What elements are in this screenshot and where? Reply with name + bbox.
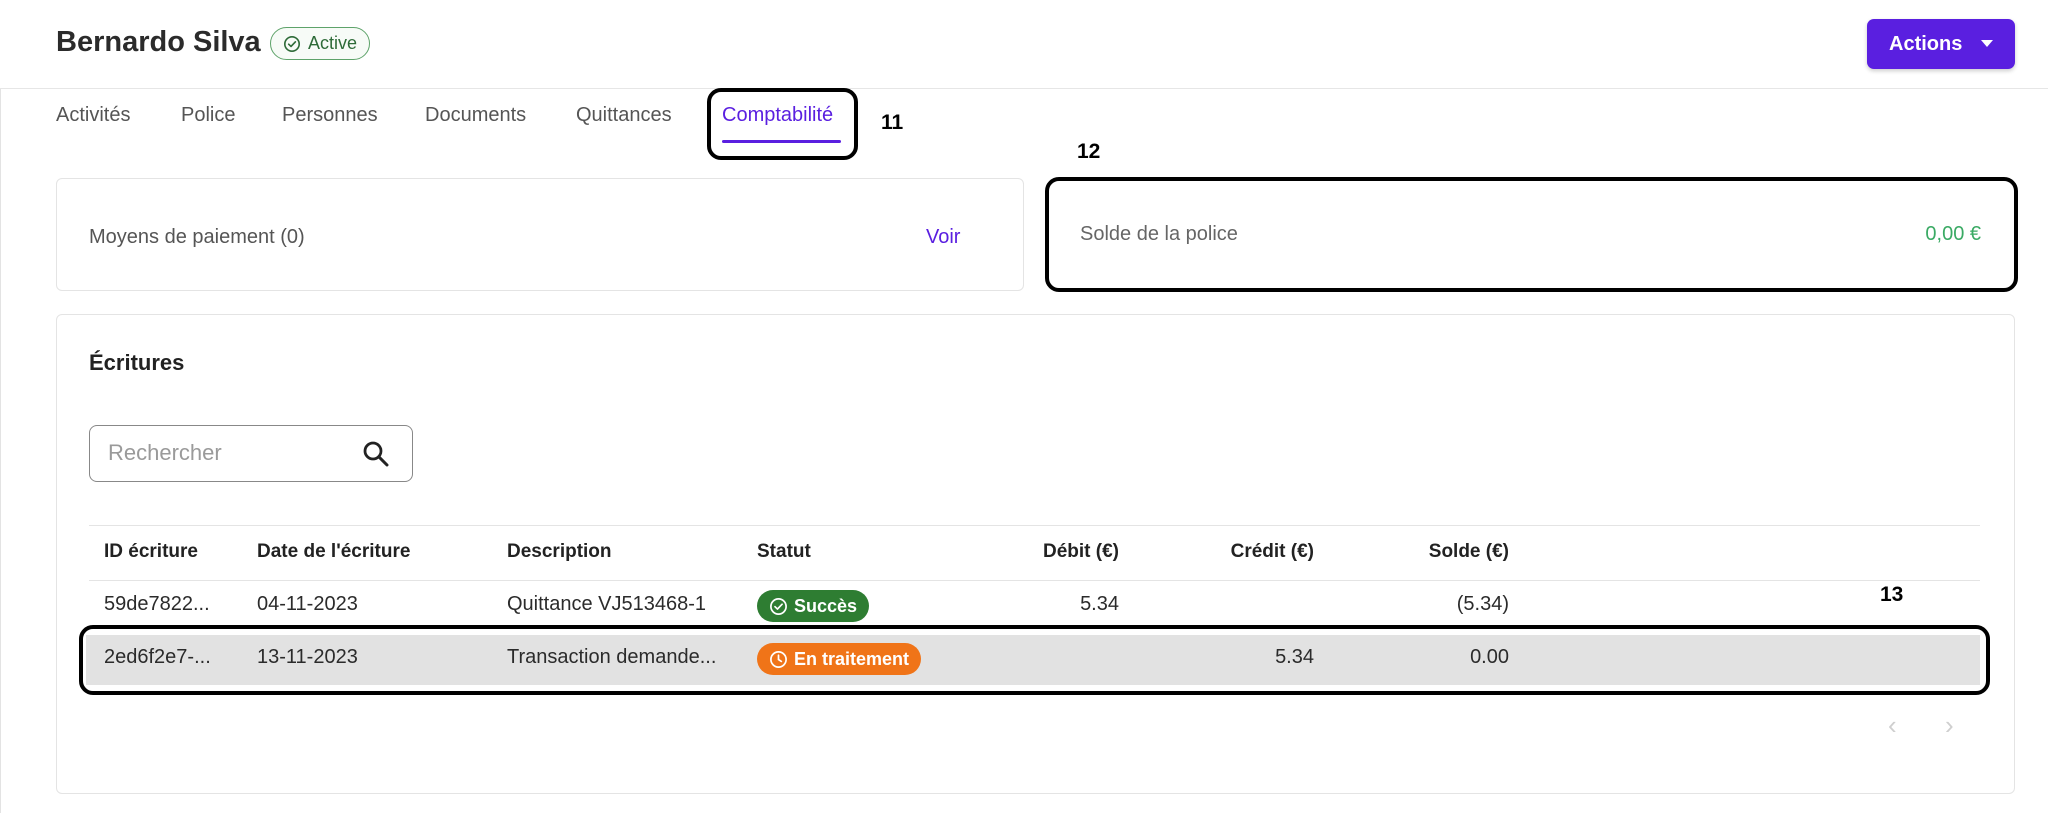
search-input[interactable] — [108, 440, 348, 466]
balance-label: Solde de la police — [1080, 223, 1238, 245]
column-header-debit[interactable]: Débit (€) — [1043, 541, 1119, 563]
status-label: Succès — [794, 595, 858, 616]
tab-quittances[interactable]: Quittances — [576, 104, 672, 127]
entries-title: Écritures — [89, 350, 185, 375]
entry-solde: (5.34) — [1456, 593, 1509, 615]
check-circle-icon — [770, 597, 787, 615]
table-top-border — [89, 525, 1980, 526]
annotation-box-row — [79, 625, 1990, 695]
caret-down-icon — [1981, 40, 1993, 47]
actions-button-label: Actions — [1889, 32, 1963, 55]
payment-methods-view-link[interactable]: Voir — [926, 226, 960, 249]
annotation-number-balance: 12 — [1077, 140, 1101, 163]
pagination-next-icon[interactable]: › — [1945, 710, 1954, 741]
entry-id: 59de7822... — [104, 593, 210, 615]
column-header-credit[interactable]: Crédit (€) — [1231, 541, 1314, 563]
column-header-date[interactable]: Date de l'écriture — [257, 541, 410, 563]
pagination-prev-icon[interactable]: ‹ — [1888, 710, 1897, 741]
check-circle-icon — [283, 35, 301, 52]
annotation-number-tab: 11 — [881, 111, 904, 134]
entry-date: 04-11-2023 — [257, 593, 358, 615]
entry-description: Quittance VJ513468-1 — [507, 593, 707, 615]
payment-methods-label: Moyens de paiement (0) — [89, 226, 305, 248]
page-header: Bernardo Silva Active Actions — [0, 0, 2048, 89]
tab-police[interactable]: Police — [181, 104, 235, 127]
page-title: Bernardo Silva — [56, 26, 261, 58]
column-header-status[interactable]: Statut — [757, 541, 811, 563]
column-header-description[interactable]: Description — [507, 541, 612, 563]
table-header-border — [89, 580, 1980, 581]
status-badge-label: Active — [308, 33, 358, 53]
annotation-number-row: 13 — [1880, 583, 1904, 606]
balance-value: 0,00 € — [1925, 223, 1981, 245]
tab-documents[interactable]: Documents — [425, 104, 526, 127]
search-box — [89, 425, 413, 482]
tab-activites[interactable]: Activités — [56, 104, 130, 127]
status-badge: Active — [270, 27, 371, 60]
tab-personnes[interactable]: Personnes — [282, 104, 378, 127]
annotation-box-tab — [707, 88, 858, 160]
column-header-solde[interactable]: Solde (€) — [1429, 541, 1509, 563]
search-icon[interactable] — [362, 440, 390, 468]
column-header-id[interactable]: ID écriture — [104, 541, 198, 563]
actions-button[interactable]: Actions — [1867, 19, 2015, 69]
status-badge-success: Succès — [757, 590, 870, 622]
page-left-border — [0, 0, 1, 813]
entry-debit: 5.34 — [1080, 593, 1119, 615]
